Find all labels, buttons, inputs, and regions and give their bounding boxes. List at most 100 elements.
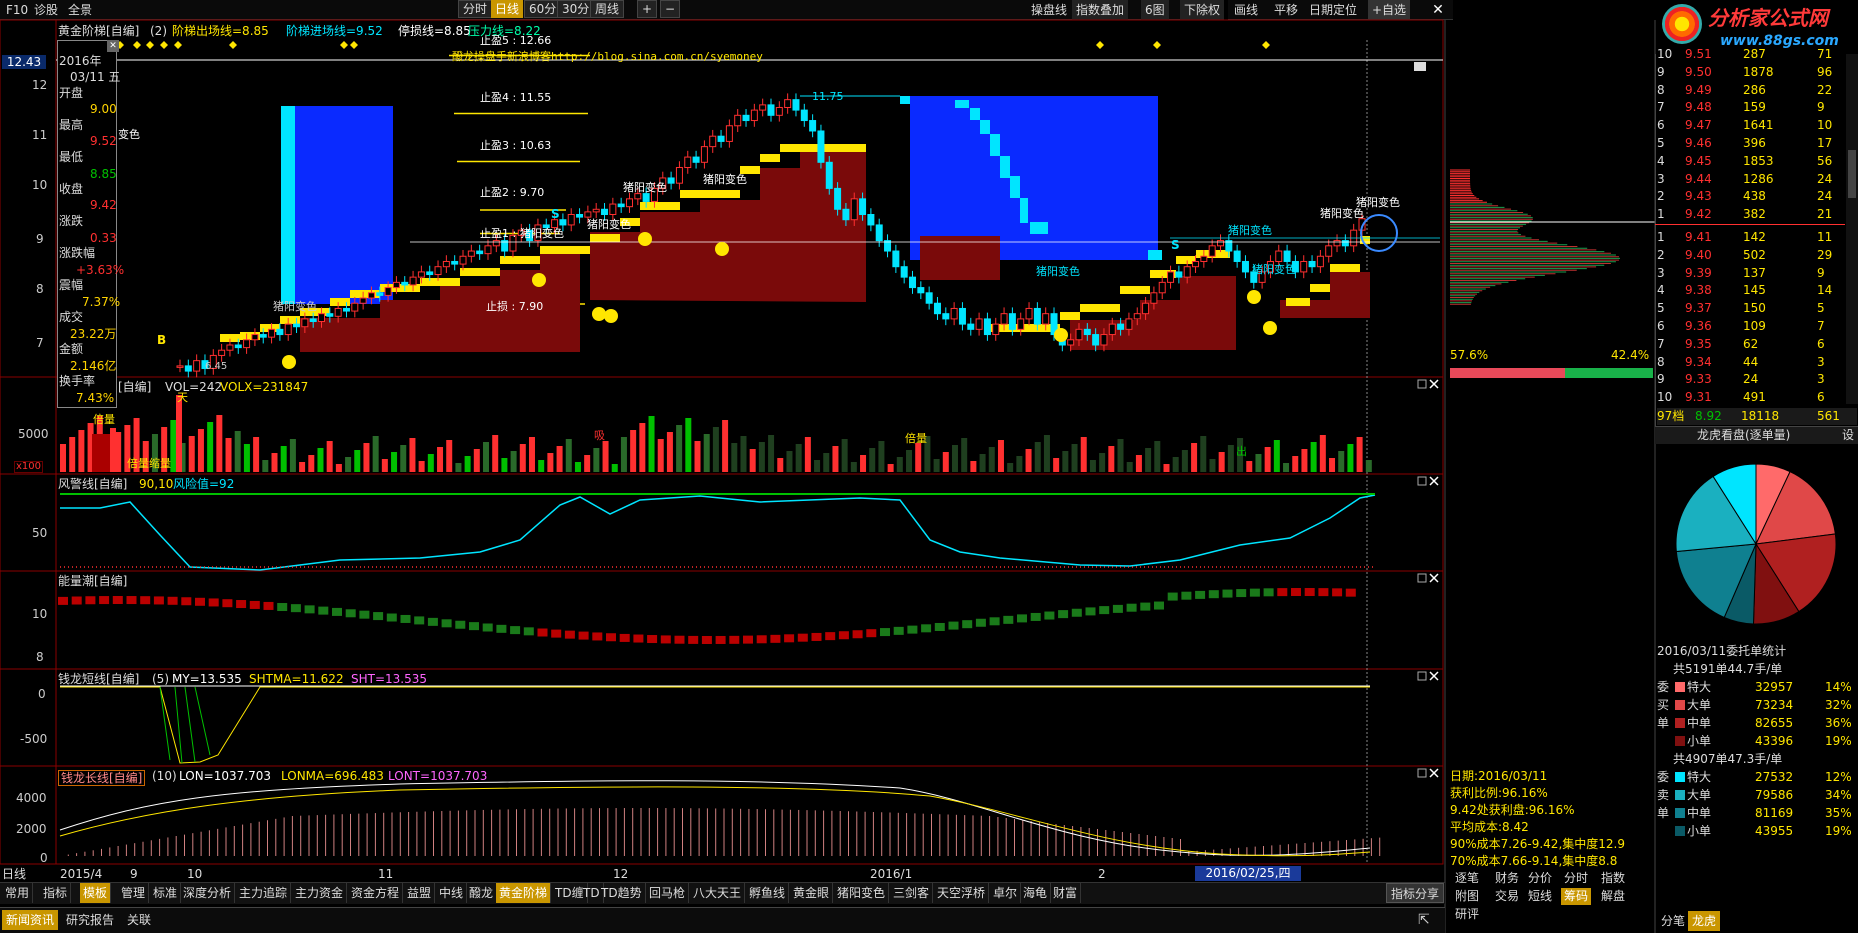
indicator-tab[interactable]: 天空浮桥 [934,883,990,903]
buy-level-row[interactable]: 2 9.40 502 29 [1657,247,1857,264]
indicator-tab[interactable]: 三剑客 [890,883,934,903]
dragon-tab[interactable]: 龙虎 [1688,911,1721,931]
vol-title[interactable]: [自编] [118,381,151,393]
indicator-tab[interactable]: 资金方程 [348,883,404,903]
indicator-tab[interactable]: 常用 [2,883,34,903]
main-indicator-title[interactable]: 黄金阶梯[自编] [58,25,139,37]
smiley-icon [1247,290,1261,304]
chip-tab[interactable]: 附图 [1452,888,1482,905]
indicator-tab[interactable]: 黄金眼 [790,883,834,903]
sell-level-row[interactable]: 8 9.49 286 22 [1657,82,1857,99]
chip-tab[interactable]: 短线 [1525,888,1555,905]
step-bar [330,298,350,306]
volume-bar [1080,437,1087,472]
sell-level-row[interactable]: 9 9.50 1878 96 [1657,64,1857,81]
indicator-tab[interactable]: 模板 [80,883,112,903]
ob-price: 9.47 [1685,118,1712,133]
long-title[interactable]: 钱龙长线[自编] [58,770,146,786]
blog-link[interactable]: 醱龙操盘手新浪博客http://blog.sina.com.cn/syemone… [452,51,763,62]
buy-level-row[interactable]: 6 9.36 109 7 [1657,318,1857,335]
candle [717,135,725,142]
indicator-tab[interactable]: TD趋势 [598,883,646,903]
buy-level-row[interactable]: 1 9.41 142 11 [1657,229,1857,246]
chip-tab[interactable]: 解盘 [1598,888,1628,905]
candle [617,203,625,208]
long-lonma-line [59,786,1371,857]
sell-level-row[interactable]: 3 9.44 1286 24 [1657,171,1857,188]
indicator-tab[interactable]: 标准 [150,883,182,903]
dragon-settings-button[interactable]: 设 [1842,429,1854,441]
energy-title[interactable]: 能量潮[自编] [58,575,127,587]
indicator-share-button[interactable]: 指标分享 [1386,883,1445,903]
chip-tab[interactable]: 指数 [1598,870,1628,887]
chip-tab[interactable]: 财务 [1492,870,1522,887]
ob-volume: 382 [1743,207,1766,222]
indicator-tab[interactable]: 深度分析 [180,883,236,903]
dragon-cat: 小单 [1687,734,1712,748]
expand-icon[interactable]: ⇱ [1418,912,1430,928]
ob-level: 1 [1657,207,1665,222]
indicator-tab[interactable]: 益盟 [404,883,436,903]
buy-level-row[interactable]: 3 9.39 137 9 [1657,265,1857,282]
indicator-tab[interactable]: 卓尔 [990,883,1022,903]
short-title[interactable]: 钱龙短线[自编] [58,673,139,685]
chip-tab[interactable]: 筹码 [1561,888,1592,905]
sell-level-row[interactable]: 1 9.42 382 21 [1657,206,1857,223]
research-tab[interactable]: 研究报告 [62,910,118,930]
buy-level-row[interactable]: 7 9.35 62 6 [1657,336,1857,353]
indicator-tab[interactable]: 海龟 [1020,883,1052,903]
sell-level-row[interactable]: 7 9.48 159 9 [1657,99,1857,116]
ob-count: 17 [1817,136,1833,150]
news-tab[interactable]: 新闻资讯 [2,910,59,930]
sell-level-row[interactable]: 10 9.51 287 71 [1657,46,1857,63]
related-tab[interactable]: 关联 [123,910,155,930]
energy-block [167,596,178,605]
buy-level-row[interactable]: 8 9.34 44 3 [1657,354,1857,371]
indicator-tab[interactable]: 回马枪 [646,883,690,903]
indicator-tab[interactable]: 醱龙 [466,883,498,903]
xaxis-date: 12 [613,867,629,881]
buy-level-row[interactable]: 4 9.38 145 14 [1657,282,1857,299]
sell-level-row[interactable]: 5 9.46 396 17 [1657,135,1857,152]
dragon-pct: 19% [1825,824,1852,838]
indicator-tab[interactable]: 财富 [1050,883,1082,903]
volume-bar [216,415,223,472]
chip-tab[interactable]: 研评 [1452,906,1482,923]
volume-bar [961,438,968,472]
tick-detail-tab[interactable]: 分笔 [1657,911,1689,931]
xaxis-period[interactable]: 日线 [2,868,26,880]
indicator-tab[interactable]: 孵鱼线 [746,883,790,903]
sell-level-row[interactable]: 2 9.43 438 24 [1657,188,1857,205]
buy-level-row[interactable]: 10 9.31 491 6 [1657,389,1857,406]
volume-bar [602,441,609,472]
indicator-tab[interactable]: 猪阳变色 [834,883,890,903]
chart-canvas[interactable] [0,0,1858,933]
buy-level-row[interactable]: 9 9.33 24 3 [1657,371,1857,388]
indicator-tab[interactable]: 主力追踪 [236,883,292,903]
volume-bar [188,436,195,472]
indicator-tab[interactable]: 黄金阶梯 [496,883,552,903]
energy-block [921,624,932,633]
indicator-tab[interactable]: 中线 [436,883,468,903]
risk-title[interactable]: 风警线[自编] [58,478,127,490]
chip-tab[interactable]: 逐笔 [1452,870,1482,887]
candle [809,120,817,132]
energy-block [1030,612,1041,621]
indicator-tab[interactable]: 八大天王 [690,883,746,903]
sell-level-row[interactable]: 4 9.45 1853 56 [1657,153,1857,170]
chip-tab[interactable]: 分价 [1525,870,1555,887]
ob-level: 10 [1657,47,1673,61]
ob-total-price: 8.92 [1695,409,1722,423]
info-amp-label: 震幅 [59,278,84,292]
indicator-tab[interactable]: 指标 [40,883,72,903]
chip-tab[interactable]: 交易 [1492,888,1522,905]
info-low: 8.85 [90,167,117,181]
buy-level-row[interactable]: 5 9.37 150 5 [1657,300,1857,317]
candle [817,130,825,163]
info-close-icon[interactable]: ✕ [107,40,119,52]
sell-level-row[interactable]: 6 9.47 1641 10 [1657,117,1857,134]
indicator-tab[interactable]: 主力资金 [292,883,348,903]
chip-tab[interactable]: 分时 [1561,870,1591,887]
indicator-tab[interactable]: 管理 [118,883,150,903]
candle [1133,313,1141,320]
